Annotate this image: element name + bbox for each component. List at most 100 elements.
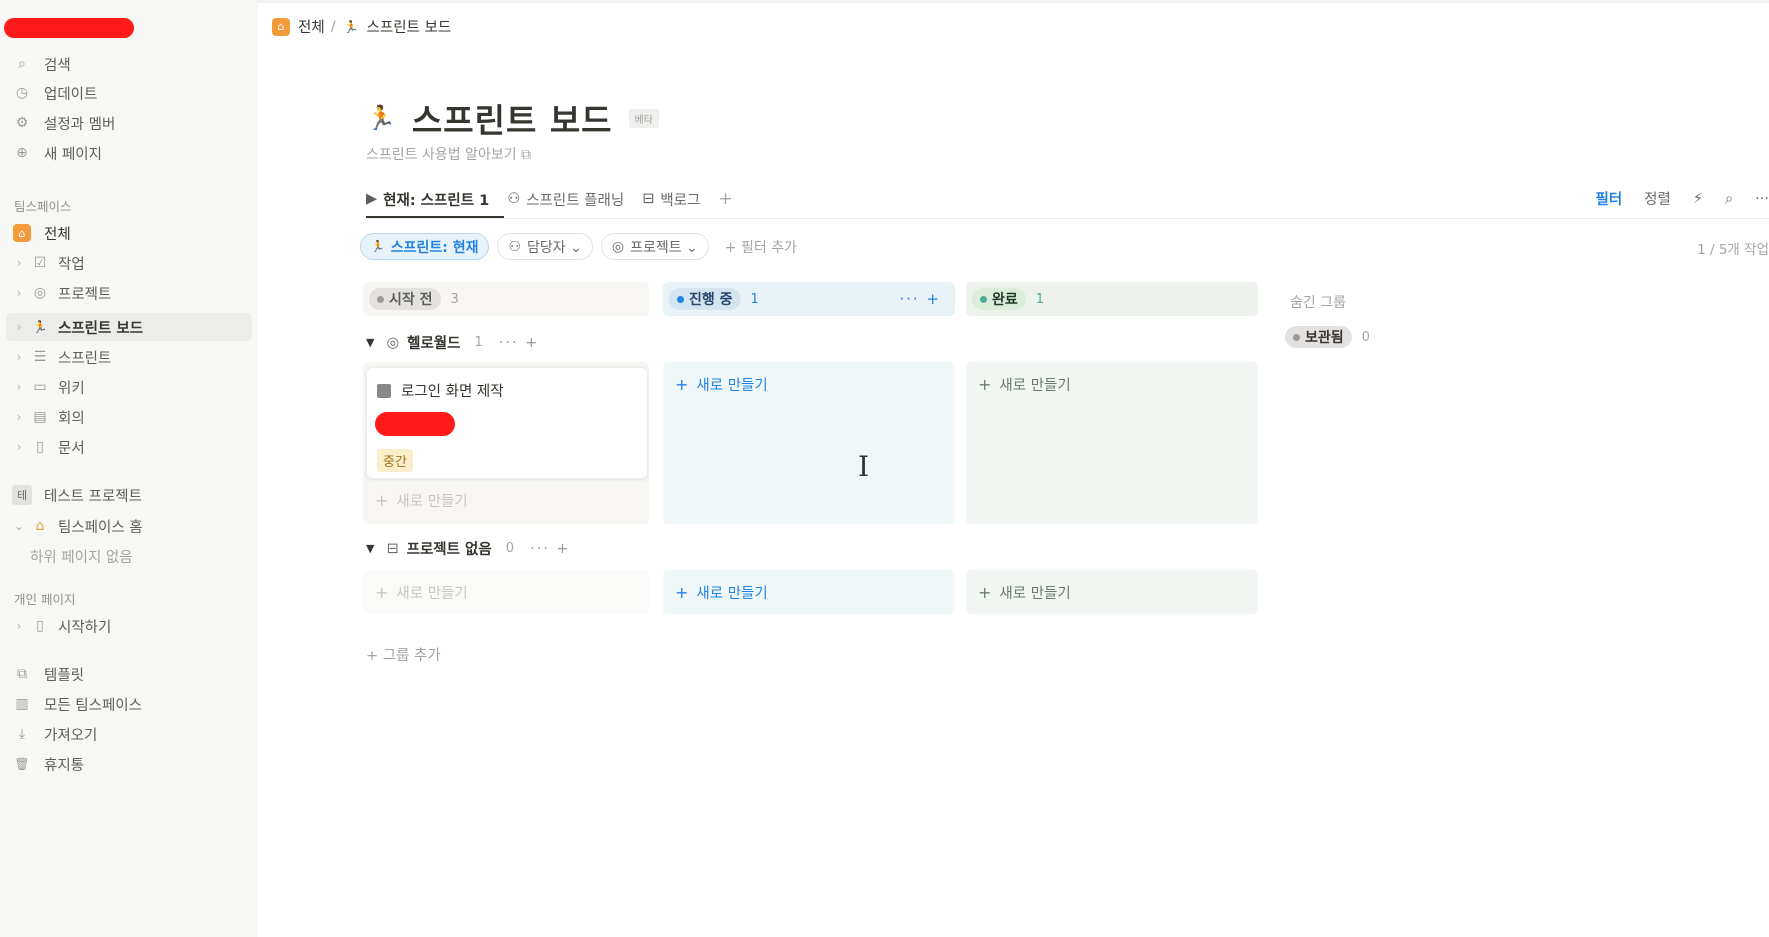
column-count: 1	[750, 291, 759, 307]
home-icon: ⌂	[272, 17, 290, 36]
sidebar-item-search[interactable]: ⌕ 검색	[12, 50, 71, 78]
board-cell-done[interactable]: + 새로 만들기	[966, 362, 1258, 524]
board-cell-in-progress[interactable]: + 새로 만들기	[663, 362, 955, 524]
new-item-button[interactable]: + 새로 만들기	[375, 490, 468, 511]
add-group-button[interactable]: + 그룹 추가	[366, 644, 441, 665]
sidebar: ⌕ 검색 ◷ 업데이트 ⚙ 설정과 멤버 ⊕ 새 페이지 팀스페이스 ⌂ 전체 …	[0, 0, 258, 937]
learn-sprints-link[interactable]: 스프린트 사용법 알아보기 ⧉	[366, 144, 531, 164]
tab-current-sprint[interactable]: ▶ 현재: 스프린트 1	[366, 189, 489, 210]
sidebar-item-tasks[interactable]: › ☑ 작업	[12, 249, 85, 277]
chevron-right-icon[interactable]: ›	[12, 286, 26, 300]
search-icon[interactable]: ⌕	[1725, 191, 1733, 207]
filter-button[interactable]: 필터	[1595, 188, 1622, 209]
breadcrumb-current[interactable]: 스프린트 보드	[367, 16, 452, 37]
group-header-helloworld[interactable]: ▼ ◎ 헬로월드 1 ··· +	[366, 332, 539, 353]
tab-sprint-planning[interactable]: ⚇ 스프린트 플래닝	[507, 189, 624, 210]
collapse-triangle-icon[interactable]: ▼	[366, 336, 374, 349]
inbox-icon: ⊟	[642, 191, 655, 207]
tab-backlog[interactable]: ⊟ 백로그	[642, 189, 700, 210]
sidebar-item-templates[interactable]: ⧉ 템플릿	[12, 660, 84, 688]
play-icon: ▶	[366, 191, 378, 207]
runner-icon: 🏃	[32, 320, 48, 334]
add-filter-button[interactable]: + 필터 추가	[725, 237, 797, 257]
chevron-down-icon[interactable]: ⌄	[12, 519, 26, 533]
board-cell-done[interactable]: + 새로 만들기	[966, 570, 1258, 614]
column-header-not-started[interactable]: 시작 전 3	[363, 282, 649, 316]
sidebar-item-all-teamspaces[interactable]: ▥ 모든 팀스페이스	[12, 690, 142, 718]
group-actions[interactable]: ··· +	[530, 541, 571, 557]
task-counter: 1 / 5개 작업	[1697, 242, 1769, 258]
assignee-redacted	[375, 412, 455, 436]
new-item-button[interactable]: + 새로 만들기	[978, 582, 1071, 603]
view-toolbar: 필터 정렬 ⚡ ⌕ ···	[1595, 188, 1769, 209]
column-actions[interactable]: ··· +	[899, 290, 941, 308]
sidebar-item-sprints[interactable]: › ☰ 스프린트	[12, 343, 112, 371]
archived-group[interactable]: 보관됨 0	[1285, 326, 1370, 348]
card-title: 로그인 화면 제작	[377, 380, 504, 401]
page-title[interactable]: 스프린트 보드	[412, 94, 613, 142]
chevron-right-icon[interactable]: ›	[12, 350, 26, 364]
workspace-name-redacted[interactable]	[4, 18, 134, 38]
tab-divider	[366, 218, 1769, 219]
new-item-button[interactable]: + 새로 만들기	[675, 582, 768, 603]
task-card[interactable]: 로그인 화면 제작 중간	[366, 367, 648, 479]
sidebar-item-projects[interactable]: › ◎ 프로젝트	[12, 279, 112, 307]
sidebar-section-teamspace: 팀스페이스	[14, 199, 72, 214]
breadcrumb-home[interactable]: 전체	[298, 16, 325, 37]
sidebar-item-updates[interactable]: ◷ 업데이트	[12, 79, 97, 107]
document-icon	[377, 383, 391, 398]
status-dot	[980, 295, 987, 303]
column-count: 1	[1035, 291, 1045, 307]
sidebar-item-meetings[interactable]: › ▤ 회의	[12, 403, 85, 431]
house-icon: ⌂	[35, 518, 45, 534]
chevron-right-icon[interactable]: ›	[12, 440, 26, 454]
sidebar-item-all[interactable]: ⌂ 전체	[12, 219, 71, 247]
people-icon: ⚇	[507, 191, 521, 207]
new-item-button[interactable]: + 새로 만들기	[675, 374, 768, 395]
sidebar-item-settings[interactable]: ⚙ 설정과 멤버	[12, 109, 116, 137]
column-header-done[interactable]: 완료 1	[966, 282, 1258, 316]
sidebar-item-teamspace-home[interactable]: ⌄ ⌂ 팀스페이스 홈	[12, 512, 143, 540]
lightning-icon[interactable]: ⚡	[1693, 191, 1703, 207]
board-cell-not-started[interactable]: + 새로 만들기	[363, 570, 649, 614]
assignee-filter-chip[interactable]: ⚇ 담당자 ⌄	[497, 233, 593, 260]
hidden-groups-title: 숨긴 그룹	[1290, 295, 1346, 311]
sidebar-item-getting-started[interactable]: › ▯ 시작하기	[12, 612, 112, 640]
sprint-filter-chip[interactable]: 🏃 스프린트: 현재	[360, 233, 490, 260]
new-item-button[interactable]: + 새로 만들기	[375, 582, 468, 603]
sidebar-item-wiki[interactable]: › ▭ 위키	[12, 373, 85, 401]
collapse-triangle-icon[interactable]: ▼	[366, 542, 374, 555]
sort-button[interactable]: 정렬	[1644, 188, 1671, 209]
breadcrumb-separator: /	[330, 18, 336, 35]
chevron-right-icon[interactable]: ›	[12, 256, 26, 270]
group-header-no-project[interactable]: ▼ ⊟ 프로젝트 없음 0 ··· +	[366, 538, 571, 559]
new-item-button[interactable]: + 새로 만들기	[978, 374, 1071, 395]
group-actions[interactable]: ··· +	[499, 335, 540, 351]
plus-icon: +	[675, 375, 689, 394]
beta-badge: 베타	[628, 108, 659, 128]
chevron-right-icon[interactable]: ›	[12, 380, 26, 394]
sidebar-item-new-page[interactable]: ⊕ 새 페이지	[12, 139, 102, 167]
chevron-right-icon[interactable]: ›	[12, 320, 26, 334]
chevron-right-icon[interactable]: ›	[12, 619, 26, 633]
runner-icon[interactable]: 🏃	[366, 104, 396, 132]
chevron-right-icon[interactable]: ›	[12, 410, 26, 424]
sidebar-item-sprint-board[interactable]: › 🏃 스프린트 보드	[12, 313, 144, 341]
sidebar-item-test-project[interactable]: 테 테스트 프로젝트	[12, 481, 142, 509]
sidebar-empty-subpages: 하위 페이지 없음	[30, 549, 133, 566]
sidebar-item-docs[interactable]: › ▯ 문서	[12, 433, 85, 461]
status-pill: 진행 중	[669, 288, 741, 310]
sidebar-item-import[interactable]: ⤓ 가져오기	[12, 720, 97, 748]
page-icon: ▯	[36, 618, 44, 634]
project-filter-chip[interactable]: ◎ 프로젝트 ⌄	[600, 233, 709, 260]
column-header-in-progress[interactable]: 진행 중 1 ··· +	[663, 282, 955, 316]
inbox-icon: ⊟	[386, 540, 399, 557]
calendar-icon: ▤	[33, 409, 47, 425]
more-options-button[interactable]: ···	[1755, 191, 1769, 207]
home-icon: ⌂	[12, 223, 32, 243]
board-cell-in-progress[interactable]: + 새로 만들기	[663, 570, 955, 614]
add-view-button[interactable]: +	[718, 189, 732, 209]
plus-icon: +	[375, 583, 389, 602]
target-icon: ◎	[386, 334, 400, 351]
sidebar-item-trash[interactable]: 🗑 휴지통	[12, 750, 84, 778]
